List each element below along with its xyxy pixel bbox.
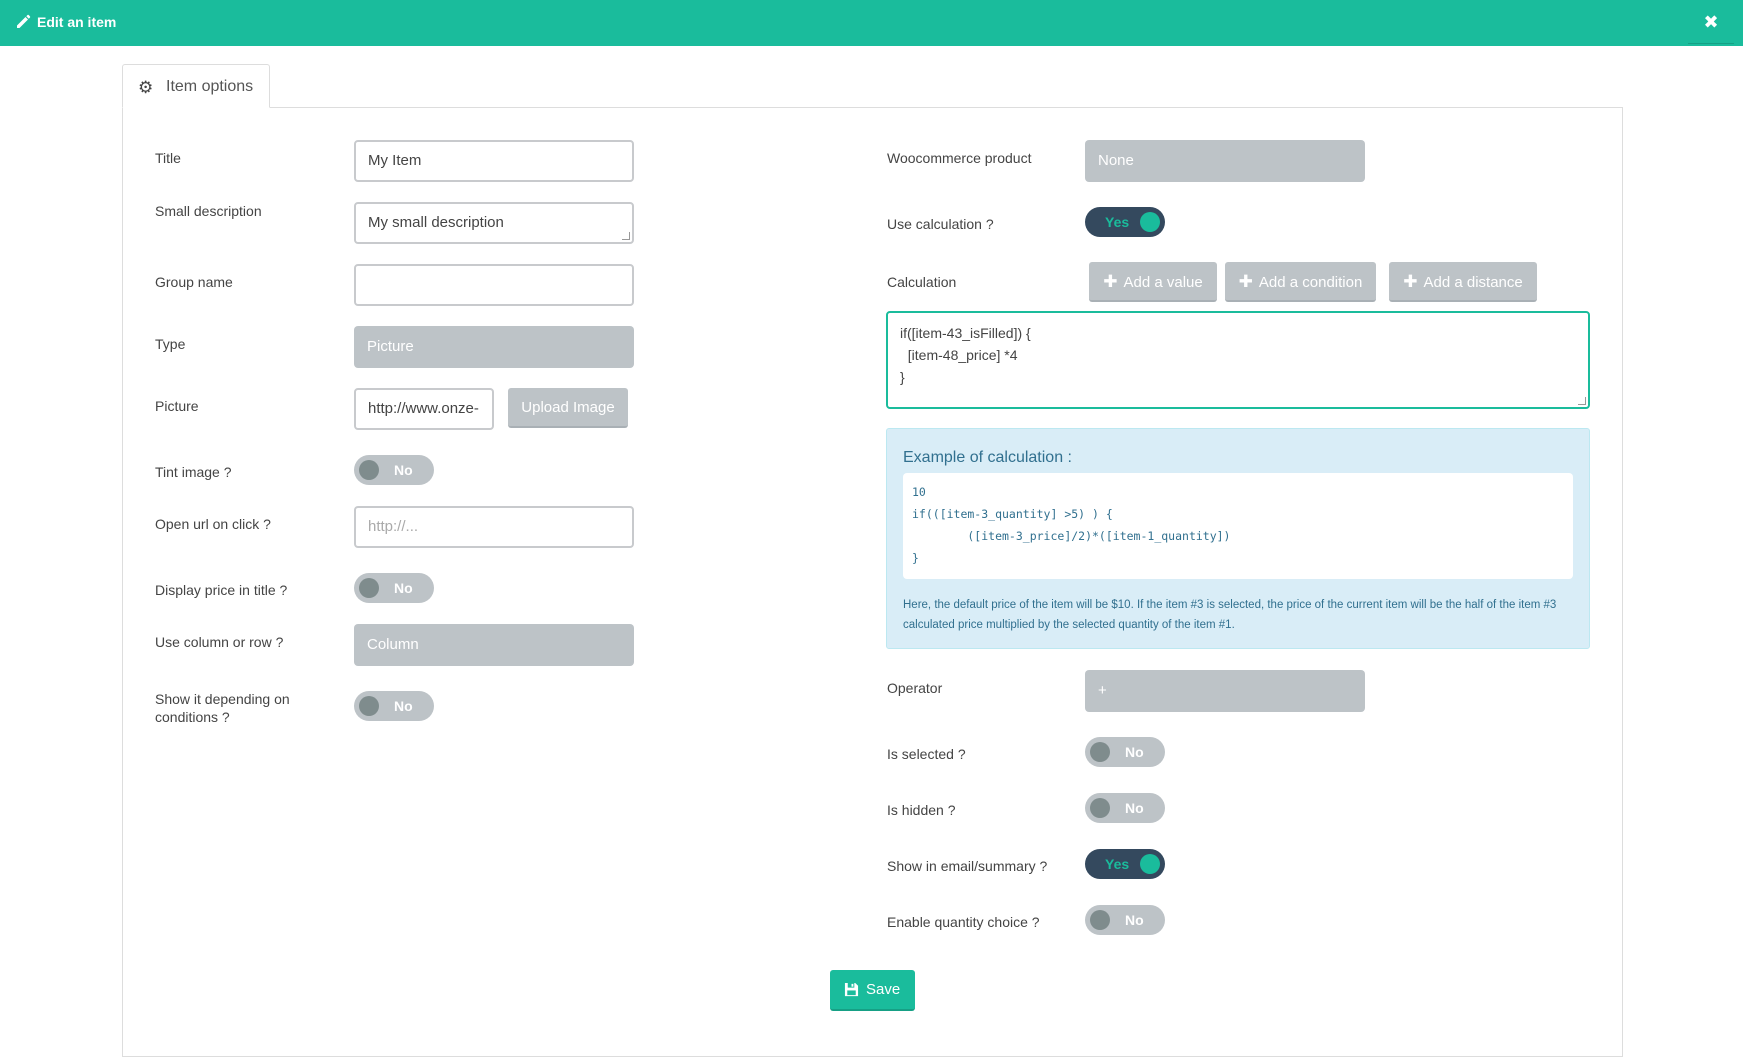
quantity-choice-label: Enable quantity choice ? [887, 914, 1040, 930]
add-value-label: Add a value [1123, 274, 1203, 291]
toggle-knob [1090, 910, 1110, 930]
toggle-state: Yes [1105, 214, 1130, 230]
type-select[interactable]: Picture [354, 326, 634, 368]
use-calculation-toggle[interactable]: Yes [1085, 207, 1165, 237]
example-code: 10 if(([item-3_quantity] >5) ) { ([item-… [903, 473, 1573, 579]
example-code-line: ([item-3_price]/2)*([item-1_quantity]) [912, 529, 1231, 543]
show-conditions-toggle[interactable]: No [354, 691, 434, 721]
operator-select[interactable]: + [1085, 670, 1365, 712]
example-code-line: 10 [912, 485, 926, 499]
toggle-knob [1140, 854, 1160, 874]
example-code-line: } [912, 551, 919, 565]
toggle-state: Yes [1105, 856, 1130, 872]
picture-url-input[interactable]: http://www.onze- [354, 388, 494, 430]
show-conditions-label-line1: Show it depending on [155, 691, 290, 707]
floppy-disk-icon [844, 982, 859, 997]
picture-label: Picture [155, 398, 199, 414]
group-name-input[interactable] [354, 264, 634, 306]
display-price-toggle[interactable]: No [354, 573, 434, 603]
add-condition-button[interactable]: ✚ Add a condition [1225, 262, 1376, 302]
is-hidden-label: Is hidden ? [887, 802, 956, 818]
quantity-choice-toggle[interactable]: No [1085, 905, 1165, 935]
is-selected-label: Is selected ? [887, 746, 966, 762]
small-description-label: Small description [155, 203, 262, 219]
add-value-button[interactable]: ✚ Add a value [1089, 262, 1217, 302]
column-row-label: Use column or row ? [155, 634, 284, 650]
calculation-line: [item-48_price] *4 [900, 347, 1018, 363]
plus-icon: ✚ [1103, 272, 1118, 291]
group-name-label: Group name [155, 274, 233, 290]
toggle-knob [359, 460, 379, 480]
calculation-line: if([item-43_isFilled]) { [900, 325, 1031, 341]
plus-icon: ✚ [1403, 272, 1418, 291]
show-conditions-label: Show it depending on conditions ? [155, 690, 290, 726]
calculation-textarea[interactable]: if([item-43_isFilled]) { [item-48_price]… [886, 311, 1590, 409]
add-condition-label: Add a condition [1258, 274, 1363, 291]
show-conditions-label-line2: conditions ? [155, 709, 230, 725]
toggle-state: No [394, 462, 413, 478]
open-url-label: Open url on click ? [155, 516, 271, 532]
toggle-knob [359, 578, 379, 598]
gear-icon: ⚙ [138, 78, 154, 97]
modal-header: Edit an item ✖ [0, 0, 1743, 46]
is-hidden-toggle[interactable]: No [1085, 793, 1165, 823]
woocommerce-select[interactable]: None [1085, 140, 1365, 182]
calculation-example-box: Example of calculation : 10 if(([item-3_… [886, 428, 1590, 649]
pencil-icon [17, 14, 31, 28]
type-label: Type [155, 336, 186, 352]
toggle-state: No [394, 580, 413, 596]
toggle-knob [1090, 742, 1110, 762]
is-selected-toggle[interactable]: No [1085, 737, 1165, 767]
calculation-line: } [900, 369, 905, 385]
toggle-state: No [1125, 744, 1144, 760]
close-icon[interactable]: ✖ [1688, 0, 1734, 44]
tab-item-options[interactable]: ⚙ Item options [122, 64, 270, 108]
title-label: Title [155, 150, 181, 166]
tab-label: Item options [166, 78, 254, 95]
calculation-label: Calculation [887, 274, 957, 290]
toggle-knob [359, 696, 379, 716]
save-button[interactable]: Save [830, 970, 915, 1011]
display-price-label: Display price in title ? [155, 582, 288, 598]
resize-handle-icon[interactable] [622, 232, 630, 240]
tint-image-label: Tint image ? [155, 464, 232, 480]
save-label: Save [866, 981, 901, 998]
toggle-knob [1090, 798, 1110, 818]
show-email-toggle[interactable]: Yes [1085, 849, 1165, 879]
example-code-line: if(([item-3_quantity] >5) ) { [912, 507, 1113, 521]
plus-icon: ✚ [1238, 272, 1253, 291]
resize-handle-icon[interactable] [1578, 397, 1586, 405]
small-description-input[interactable]: My small description [354, 202, 634, 244]
woocommerce-label: Woocommerce product [887, 150, 1032, 166]
use-calculation-label: Use calculation ? [887, 216, 994, 232]
upload-image-button[interactable]: Upload Image [508, 388, 628, 428]
modal-title: Edit an item [37, 14, 117, 30]
show-email-label: Show in email/summary ? [887, 858, 1048, 874]
operator-label: Operator [887, 680, 943, 696]
toggle-state: No [394, 698, 413, 714]
toggle-state: No [1125, 800, 1144, 816]
tint-image-toggle[interactable]: No [354, 455, 434, 485]
example-title: Example of calculation : [903, 449, 1072, 466]
column-row-select[interactable]: Column [354, 624, 634, 666]
toggle-knob [1140, 212, 1160, 232]
open-url-input[interactable]: http://... [354, 506, 634, 548]
add-distance-button[interactable]: ✚ Add a distance [1389, 262, 1537, 302]
example-note: Here, the default price of the item will… [903, 599, 1557, 631]
small-description-value: My small description [368, 214, 504, 231]
toggle-state: No [1125, 912, 1144, 928]
title-input[interactable]: My Item [354, 140, 634, 182]
add-distance-label: Add a distance [1423, 274, 1523, 291]
